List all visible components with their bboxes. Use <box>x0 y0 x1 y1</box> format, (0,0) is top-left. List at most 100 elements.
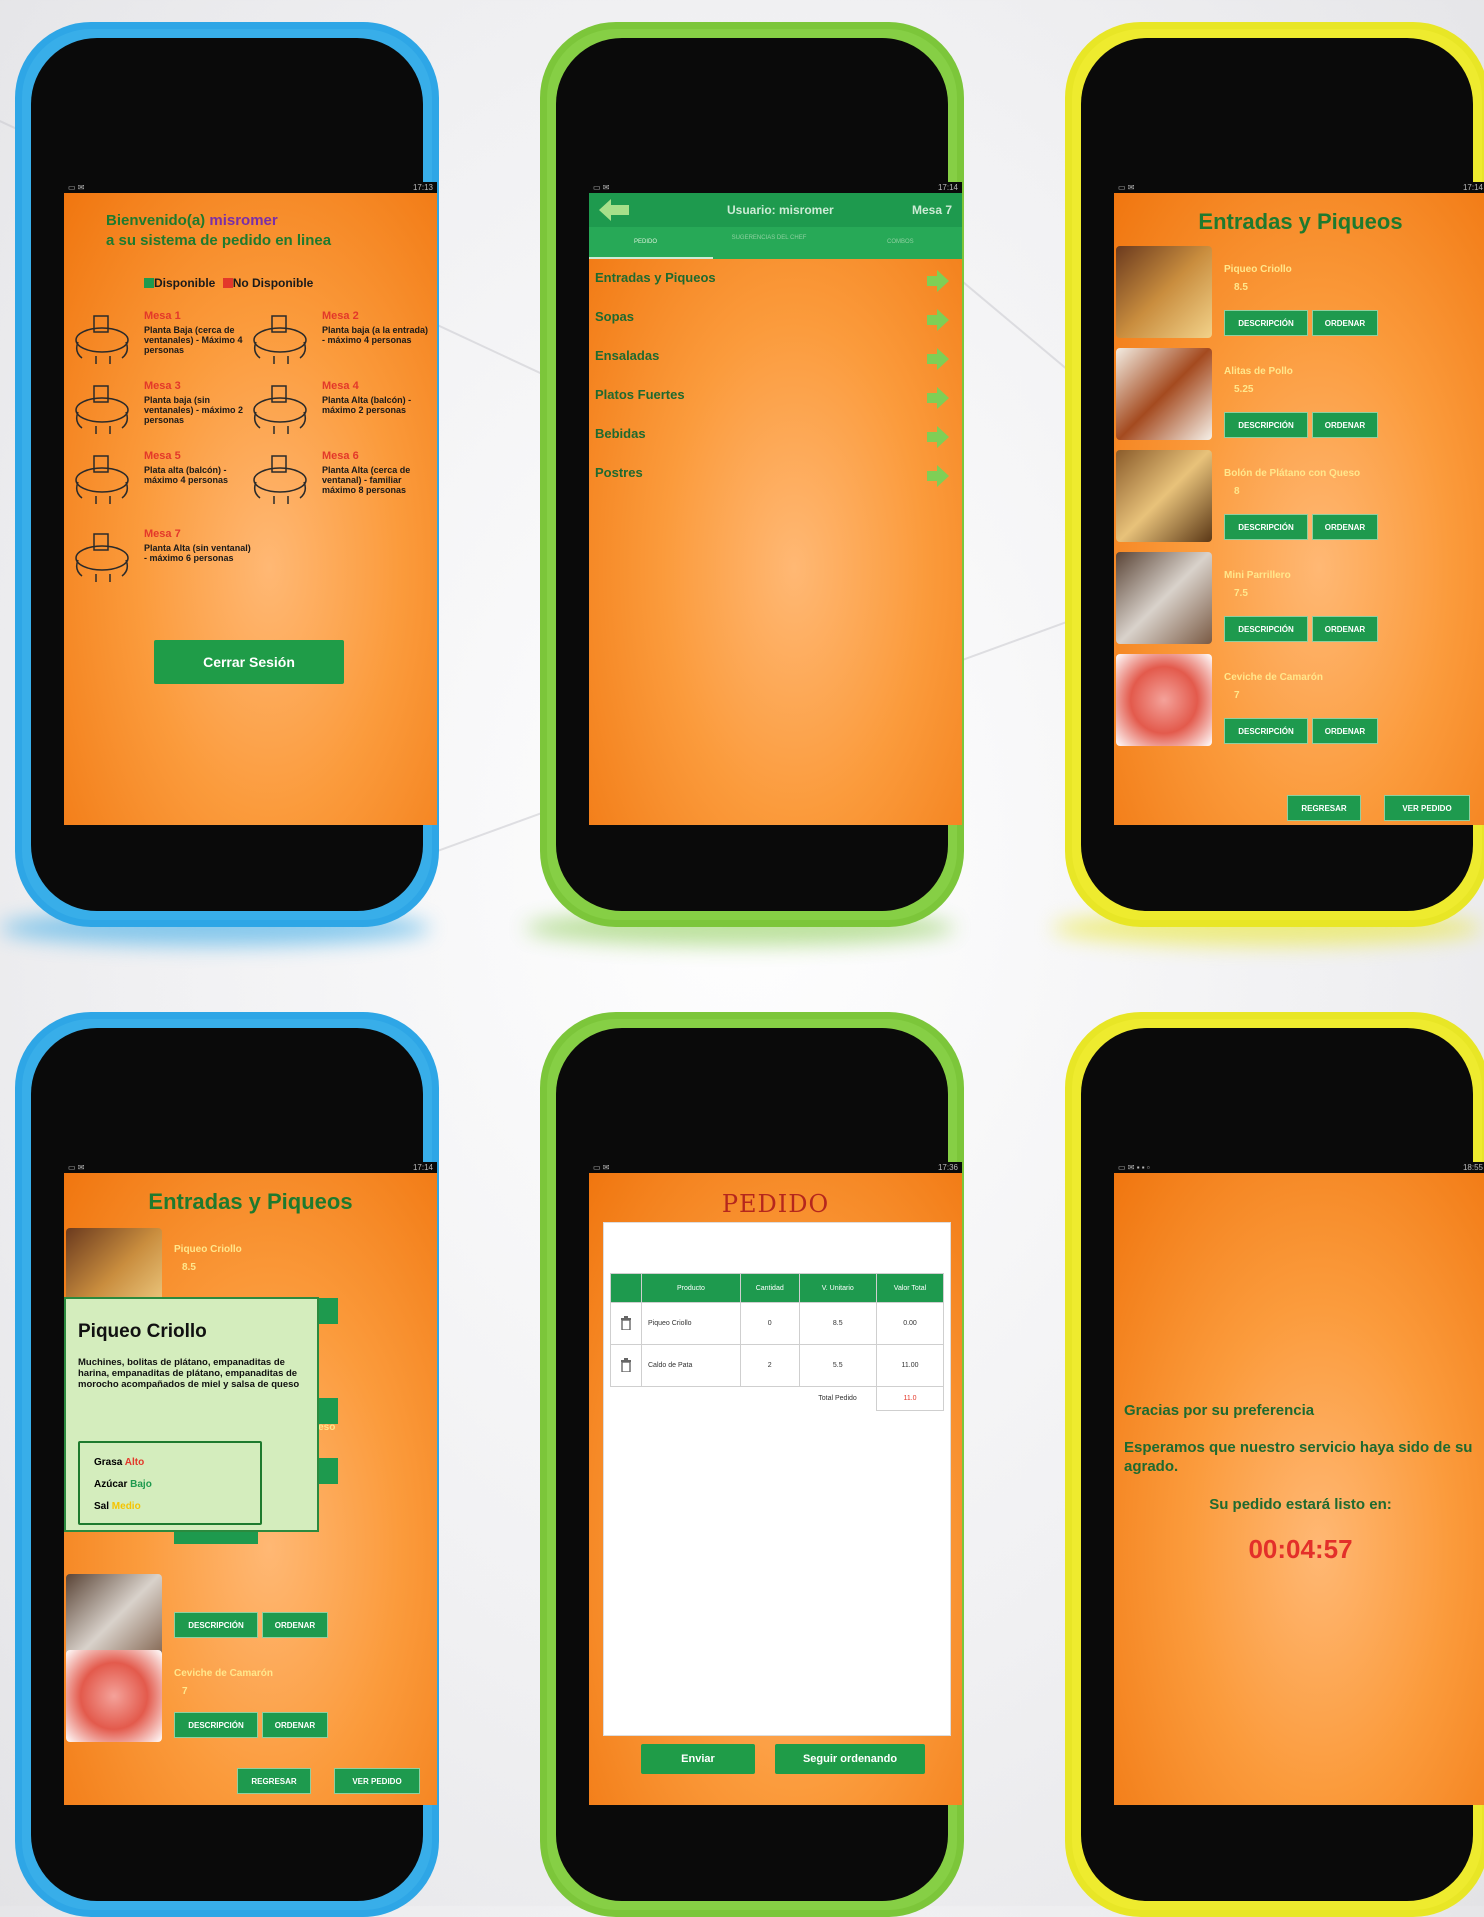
item-name: Piqueo Criollo <box>174 1244 242 1255</box>
table-label: Mesa 7 <box>911 203 952 217</box>
forward-arrow-icon[interactable] <box>927 309 949 331</box>
item-price: 7 <box>182 1686 188 1697</box>
food-thumbnail <box>1116 450 1212 542</box>
status-bar: ▭ ✉ 17:14 <box>589 182 962 193</box>
food-thumbnail <box>1116 246 1212 338</box>
order-panel: Producto Cantidad V. Unitario Valor Tota… <box>603 1222 951 1736</box>
status-bar: ▭ ✉ 17:13 <box>64 182 437 193</box>
forward-arrow-icon[interactable] <box>927 387 949 409</box>
column-header: Valor Total <box>876 1273 944 1303</box>
tab-chef-suggestions[interactable]: SUGERENCIAS DEL CHEF <box>724 235 814 241</box>
unavailable-swatch <box>222 278 233 288</box>
phone-appetizers: ▭ ✉ 17:14 Entradas y Piqueos Piqueo Criol… <box>1065 22 1484 927</box>
table-option[interactable]: Mesa 2 Planta baja (a la entrada) - máxim… <box>250 310 428 380</box>
table-option[interactable]: Mesa 7 Planta Alta (sin ventanal) - máxim… <box>72 528 251 598</box>
send-button[interactable]: Enviar <box>641 1744 755 1774</box>
user-label: Usuario: misromer <box>727 203 834 217</box>
table-description: Planta baja (a la entrada) - máximo 4 pe… <box>322 325 429 345</box>
welcome-subtitle: a su sistema de pedido en linea <box>106 232 332 249</box>
food-thumbnail <box>1116 348 1212 440</box>
table-option[interactable]: Mesa 5 Plata alta (balcón) - máximo 4 per… <box>72 450 248 520</box>
order-button[interactable]: ORDENAR <box>1312 718 1378 744</box>
page-title: Entradas y Piqueos <box>1198 209 1403 234</box>
category-item[interactable]: Entradas y Piqueos <box>595 270 955 294</box>
order-button[interactable]: ORDENAR <box>1312 310 1378 336</box>
logout-button[interactable]: Cerrar Sesión <box>154 640 344 684</box>
table-row: Caldo de Pata 2 5.5 11.00 <box>610 1344 944 1387</box>
availability-legend: Disponible No Disponible <box>144 276 313 290</box>
phone-menu: ▭ ✉ 17:14 Usuario: misromer Mesa 7 PEDIDO… <box>540 22 964 927</box>
nutrition-fat: Grasa Alto <box>94 1457 145 1468</box>
category-label: Sopas <box>595 309 635 324</box>
forward-arrow-icon[interactable] <box>927 426 949 448</box>
description-button[interactable]: DESCRIPCIÓN <box>1224 616 1308 642</box>
total-cell: 11.00 <box>876 1344 944 1387</box>
table-icon <box>75 533 129 582</box>
view-order-button[interactable]: VER PEDIDO <box>334 1768 420 1794</box>
unit-price-cell: 5.5 <box>798 1344 878 1387</box>
table-option[interactable]: Mesa 1 Planta Baja (cerca de ventanales) … <box>72 310 248 380</box>
trash-icon[interactable] <box>610 1344 642 1387</box>
thanks-text: Gracias por su preferencia <box>1124 1402 1315 1419</box>
back-button[interactable]: REGRESAR <box>237 1768 311 1794</box>
nutrition-sugar: Azúcar Bajo <box>94 1479 152 1490</box>
table-icon <box>253 385 307 434</box>
item-name: Alitas de Pollo <box>1224 366 1293 377</box>
category-item[interactable]: Ensaladas <box>595 348 955 372</box>
description-button[interactable]: DESCRIPCIÓN <box>174 1712 258 1738</box>
page-title: Entradas y Piqueos <box>148 1189 353 1214</box>
tab-combos[interactable]: COMBOS <box>887 239 914 245</box>
item-price: 7 <box>1234 690 1240 701</box>
table-option[interactable]: Mesa 3 Planta baja (sin ventanales) - máx… <box>72 380 248 450</box>
category-item[interactable]: Platos Fuertes <box>595 387 955 411</box>
item-name: Mini Parrillero <box>1224 570 1291 581</box>
view-order-button[interactable]: VER PEDIDO <box>1384 795 1470 821</box>
category-label: Postres <box>595 465 643 480</box>
item-price: 8.5 <box>1234 282 1248 293</box>
ready-text: Su pedido estará listo en: <box>1209 1496 1392 1513</box>
description-button[interactable]: DESCRIPCIÓN <box>1224 412 1308 438</box>
description-button[interactable]: DESCRIPCIÓN <box>174 1612 258 1638</box>
order-button[interactable]: ORDENAR <box>1312 412 1378 438</box>
category-item[interactable]: Postres <box>595 465 955 489</box>
column-header: Cantidad <box>739 1273 800 1303</box>
forward-arrow-icon[interactable] <box>927 348 949 370</box>
back-arrow-icon[interactable] <box>599 199 629 221</box>
forward-arrow-icon[interactable] <box>927 270 949 292</box>
order-button[interactable]: ORDENAR <box>262 1712 328 1738</box>
back-button[interactable]: REGRESAR <box>1287 795 1361 821</box>
table-name: Mesa 2 <box>322 310 359 322</box>
forward-arrow-icon[interactable] <box>927 465 949 487</box>
table-row: Piqueo Criollo 0 8.5 0.00 <box>610 1302 944 1345</box>
continue-ordering-button[interactable]: Seguir ordenando <box>775 1744 925 1774</box>
description-button[interactable]: DESCRIPCIÓN <box>1224 310 1308 336</box>
item-price: 8 <box>1234 486 1240 497</box>
order-button[interactable]: ORDENAR <box>1312 616 1378 642</box>
table-option[interactable]: Mesa 4 Planta Alta (balcón) - máximo 2 pe… <box>250 380 426 450</box>
table-name: Mesa 6 <box>322 450 359 462</box>
description-button[interactable]: DESCRIPCIÓN <box>1224 718 1308 744</box>
order-title: PEDIDO <box>721 1190 830 1218</box>
phone-order: ▭ ✉ 17:36 PEDIDO Producto Cantidad V. Uni… <box>540 1012 964 1917</box>
column-header: Producto <box>641 1273 741 1303</box>
category-item[interactable]: Sopas <box>595 309 955 333</box>
table-name: Mesa 5 <box>144 450 181 462</box>
total-value: 11.0 <box>876 1386 944 1411</box>
order-button[interactable]: ORDENAR <box>262 1612 328 1638</box>
phone-welcome: ▭ ✉ 17:13 Bienvenido(a) misromer a su sis… <box>15 22 439 927</box>
category-item[interactable]: Bebidas <box>595 426 955 450</box>
description-button[interactable]: DESCRIPCIÓN <box>1224 514 1308 540</box>
category-label: Platos Fuertes <box>595 387 685 402</box>
table-icon <box>75 385 129 434</box>
table-description: Planta baja (sin ventanales) - máximo 2 … <box>144 395 244 425</box>
active-tab-indicator <box>589 257 713 259</box>
trash-icon[interactable] <box>610 1302 642 1345</box>
table-description: Planta Alta (balcón) - máximo 2 personas <box>322 395 412 415</box>
popup-title: Piqueo Criollo <box>78 1321 207 1342</box>
item-price: 7.5 <box>1234 588 1248 599</box>
item-name: Ceviche de Camarón <box>1224 672 1323 683</box>
table-option[interactable]: Mesa 6 Planta Alta (cerca de ventanal) - … <box>250 450 426 520</box>
status-bar: ▭ ✉ ▪ ▪ ▫ 18:55 <box>1114 1162 1484 1173</box>
order-button[interactable]: ORDENAR <box>1312 514 1378 540</box>
tab-pedido[interactable]: PEDIDO <box>634 239 657 245</box>
